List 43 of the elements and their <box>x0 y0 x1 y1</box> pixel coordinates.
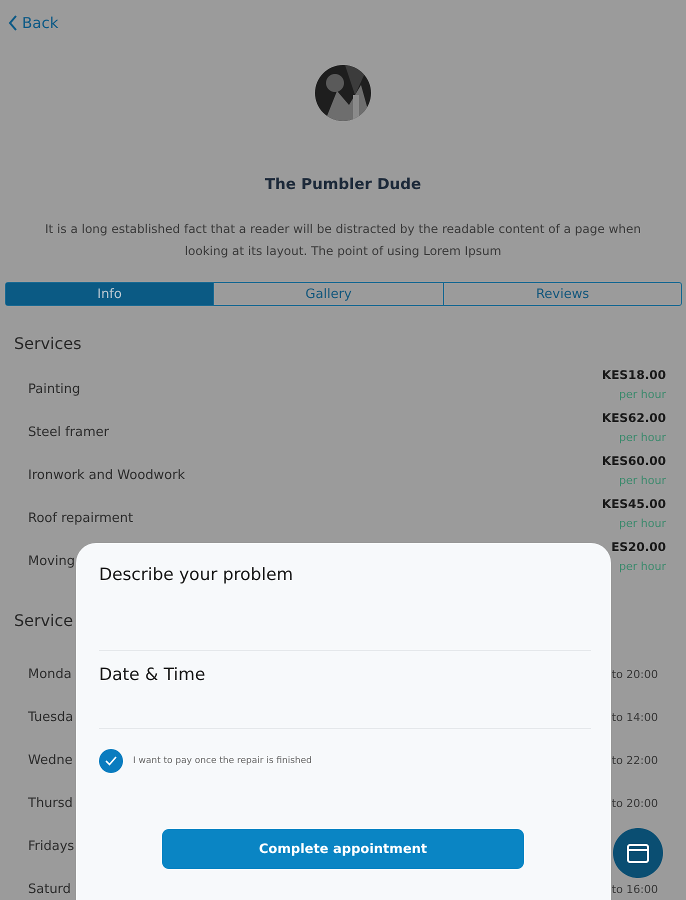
service-price: KES18.00 <box>602 368 666 382</box>
field-label: Describe your problem <box>99 565 294 585</box>
day-label: Tuesda <box>28 710 74 725</box>
tab[interactable]: Info <box>6 283 214 305</box>
service-price: ES20.00 <box>611 540 666 554</box>
service-name: Roof repairment <box>28 511 134 526</box>
service-name: Steel framer <box>28 425 109 440</box>
day-label: Monda <box>28 667 72 682</box>
day-label: Thursd <box>28 796 73 811</box>
check-icon <box>105 756 117 766</box>
day-label: Saturd <box>28 882 71 897</box>
hours-text: to 16:00 <box>612 883 658 896</box>
provider-description: It is a long established fact that a reader will be distracted by the readable content of a page when looking at its layout. The point of using Lorem Ipsum <box>44 221 642 260</box>
hours-text: to 14:00 <box>612 711 658 724</box>
service-name: Ironwork and Woodwork <box>28 468 185 483</box>
service-price: KES60.00 <box>602 454 666 468</box>
service-name: Moving <box>28 554 75 569</box>
field-label: Date & Time <box>99 665 206 685</box>
price-unit: per hour <box>619 560 666 573</box>
price-unit: per hour <box>619 388 666 401</box>
price-unit: per hour <box>619 431 666 444</box>
back-button[interactable]: Back <box>8 14 58 32</box>
hours-text: to 20:00 <box>612 797 658 810</box>
hours-text: to 20:00 <box>612 668 658 681</box>
calendar-icon <box>627 843 649 863</box>
section-title: Services <box>14 334 82 353</box>
service-price: KES45.00 <box>602 497 666 511</box>
service-price: KES62.00 <box>602 411 666 425</box>
price-unit: per hour <box>619 474 666 487</box>
price-unit: per hour <box>619 517 666 530</box>
checkbox-label: I want to pay once the repair is finished <box>133 756 312 766</box>
section-title: Service <box>14 611 74 630</box>
checkbox[interactable] <box>99 749 123 773</box>
tab[interactable]: Gallery <box>213 283 444 305</box>
day-label: Wedne <box>28 753 73 768</box>
service-name: Painting <box>28 382 80 397</box>
complete-appointment-button[interactable]: Complete appointment <box>162 829 524 869</box>
chevron-left-icon <box>8 14 18 32</box>
provider-name: The Pumbler Dude <box>264 175 422 193</box>
calendar-button[interactable] <box>613 828 663 878</box>
day-label: Fridays <box>28 839 74 854</box>
tab[interactable]: Reviews <box>443 283 681 305</box>
hours-text: to 22:00 <box>612 754 658 767</box>
